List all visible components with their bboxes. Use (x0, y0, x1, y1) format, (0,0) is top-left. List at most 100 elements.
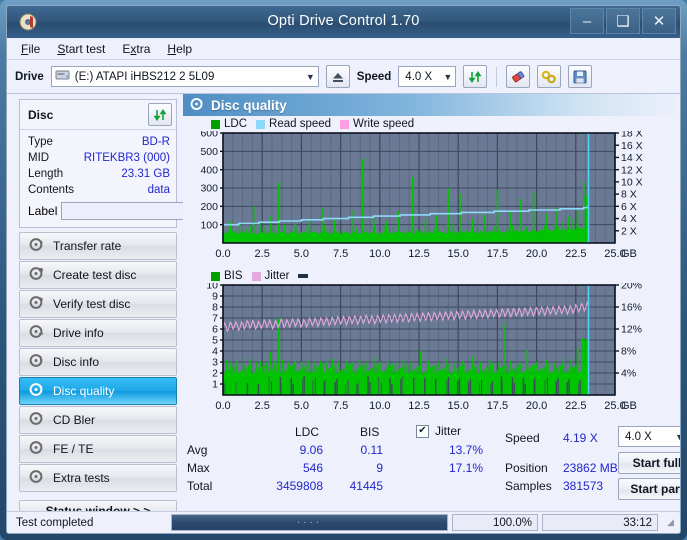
svg-text:2.5: 2.5 (255, 400, 270, 412)
erase-button[interactable] (506, 65, 530, 88)
sidebar-item-create-test-disc[interactable]: Create test disc (19, 261, 177, 289)
stats-speed-label: Speed (505, 431, 540, 445)
minimize-button[interactable]: – (570, 8, 604, 34)
svg-text:20%: 20% (621, 283, 642, 292)
sidebar-item-label: Drive info (53, 326, 104, 340)
disc-info2-icon (29, 353, 44, 371)
stats-ldc-total: 3459808 (246, 479, 323, 493)
eraser-icon (510, 70, 526, 84)
sidebar-item-disc-quality[interactable]: Disc quality (19, 377, 177, 405)
content-header: Disc quality (183, 94, 680, 116)
disc-extra-icon (29, 469, 44, 487)
save-button[interactable] (568, 65, 592, 88)
start-part-label: Start part (630, 482, 681, 496)
menu-item-extra[interactable]: Extra (122, 42, 150, 56)
stats-speed-select[interactable]: 4.0 X ▼ (618, 426, 681, 447)
disc-info-rows: Type BD-R MID RITEKBR3 (000) Length 23.3… (20, 130, 176, 227)
sidebar-item-transfer-rate[interactable]: Transfer rate (19, 232, 177, 260)
disc-panel-title: Disc (28, 108, 53, 122)
legend-item-bis: BIS (211, 270, 243, 282)
svg-text:300: 300 (200, 183, 218, 195)
svg-text:5.0: 5.0 (294, 248, 309, 260)
start-full-label: Start full (633, 456, 681, 470)
jitter-toggle[interactable]: ✔ Jitter (416, 424, 461, 438)
disc-row-mid: MID RITEKBR3 (000) (28, 150, 170, 166)
app-window: Opti Drive Control 1.70 – ❑ ✕ File Start… (0, 0, 687, 540)
progress-dots: ···· (172, 515, 447, 530)
sidebar-item-fe-te[interactable]: FE / TE (19, 435, 177, 463)
svg-text:10 X: 10 X (621, 176, 643, 188)
drive-label: Drive (15, 71, 44, 83)
menu-item-help[interactable]: Help (167, 42, 192, 56)
legend-item-read-speed: Read speed (256, 118, 331, 130)
stats-jitter-max: 17.1% (421, 461, 483, 475)
nav-list: Transfer rate Create test disc Verify te… (19, 232, 177, 492)
svg-text:17.5: 17.5 (487, 400, 508, 412)
start-full-button[interactable]: Start full (618, 452, 681, 474)
content-title: Disc quality (211, 98, 287, 113)
close-button[interactable]: ✕ (642, 8, 676, 34)
chart-bis-jitter[interactable]: 123456789104%8%12%16%20%0.02.55.07.510.0… (183, 283, 680, 420)
svg-text:4%: 4% (621, 368, 636, 380)
title-bar: Opti Drive Control 1.70 – ❑ ✕ (7, 6, 680, 38)
sidebar: Disc Type BD-R MID RITE (7, 94, 183, 533)
start-part-button[interactable]: Start part (618, 478, 681, 500)
svg-text:8: 8 (212, 302, 218, 314)
disc-verify-icon (29, 295, 44, 313)
jitter-checkbox[interactable]: ✔ (416, 425, 429, 438)
maximize-button[interactable]: ❑ (606, 8, 640, 34)
sidebar-item-extra-tests[interactable]: Extra tests (19, 464, 177, 492)
refresh-button[interactable] (463, 65, 487, 88)
chevron-down-icon: ▼ (675, 432, 681, 442)
svg-text:0.0: 0.0 (215, 248, 230, 260)
sidebar-item-drive-info[interactable]: Drive info (19, 319, 177, 347)
svg-text:12.5: 12.5 (408, 400, 429, 412)
disc-quality-icon (190, 97, 204, 114)
drive-value: (E:) ATAPI iHBS212 2 5L09 (75, 71, 215, 83)
svg-text:2: 2 (212, 368, 218, 380)
svg-text:0.0: 0.0 (215, 400, 230, 412)
svg-text:4 X: 4 X (621, 213, 637, 225)
window-controls: – ❑ ✕ (570, 8, 676, 34)
svg-text:GB: GB (621, 400, 637, 412)
eject-button[interactable] (326, 65, 350, 88)
stats-samples-value: 381573 (563, 479, 603, 493)
svg-text:5.0: 5.0 (294, 400, 309, 412)
close-icon: ✕ (653, 14, 666, 29)
disc-refresh-button[interactable] (148, 103, 172, 126)
svg-text:16 X: 16 X (621, 140, 643, 152)
legend-label: LDC (224, 118, 247, 130)
svg-text:200: 200 (200, 201, 218, 213)
svg-text:3: 3 (212, 357, 218, 369)
menu-item-start-test[interactable]: Start test (57, 42, 105, 56)
disc-bler-icon (29, 411, 44, 429)
svg-text:6: 6 (212, 324, 218, 336)
sidebar-item-verify-test-disc[interactable]: Verify test disc (19, 290, 177, 318)
disc-row-key: MID (28, 152, 49, 164)
menu-item-file[interactable]: File (21, 42, 40, 56)
svg-text:5: 5 (212, 335, 218, 347)
chart-ldc-readspeed[interactable]: 1002003004005006002 X4 X6 X8 X10 X12 X14… (183, 131, 680, 268)
refresh-icon (153, 108, 168, 122)
eject-icon (331, 71, 345, 83)
jitter-label: Jitter (435, 424, 461, 438)
status-bar: Test completed ···· 100.0% 33:12 ◢ (7, 511, 680, 533)
speed-select[interactable]: 4.0 X ▼ (398, 66, 456, 87)
tools-button[interactable] (537, 65, 561, 88)
sidebar-item-cd-bler[interactable]: CD Bler (19, 406, 177, 434)
stats-speed-select-value: 4.0 X (625, 431, 652, 443)
disc-row-type: Type BD-R (28, 134, 170, 150)
window-frame: Opti Drive Control 1.70 – ❑ ✕ File Start… (6, 5, 681, 534)
stats-position-label: Position (505, 461, 548, 475)
disc-row-contents: Contents data (28, 182, 170, 198)
svg-text:18 X: 18 X (621, 131, 643, 140)
stats-bis-avg: 0.11 (333, 443, 383, 457)
svg-text:15.0: 15.0 (447, 400, 468, 412)
maximize-icon: ❑ (616, 14, 629, 29)
legend-item-jitter: Jitter (252, 270, 290, 282)
disc-panel: Disc Type BD-R MID RITE (19, 99, 177, 228)
main-body: Disc Type BD-R MID RITE (7, 94, 680, 533)
progress-bar: ···· (171, 514, 448, 531)
sidebar-item-disc-info[interactable]: Disc info (19, 348, 177, 376)
drive-select[interactable]: (E:) ATAPI iHBS212 2 5L09 ▼ (51, 66, 319, 87)
